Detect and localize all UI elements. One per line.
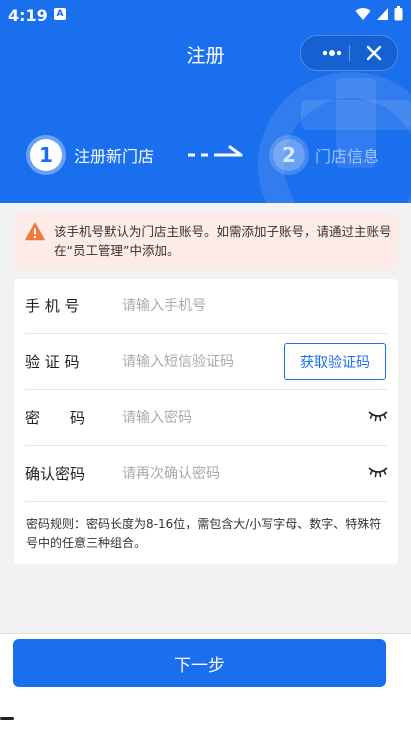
password-row: 密 码	[25, 391, 388, 446]
confirm-password-label: 确认密码	[25, 465, 86, 483]
password-rules-text: 密码规则：密码长度为8-16位，需包含大/小写字母、数字、特殊符号中的任意三种组…	[26, 517, 382, 550]
step-register-store: 1 注册新门店	[30, 137, 154, 173]
get-code-button[interactable]: 获取验证码	[284, 343, 386, 380]
eye-closed-icon[interactable]	[368, 409, 388, 423]
capsule-divider	[349, 45, 350, 61]
status-time: 4:19	[8, 6, 48, 25]
mini-program-capsule	[300, 35, 398, 71]
gesture-indicator-icon	[0, 717, 14, 720]
confirm-password-row: 确认密码	[25, 447, 388, 502]
phone-input[interactable]	[122, 289, 292, 323]
next-step-button[interactable]: 下一步	[13, 639, 386, 687]
code-row: 验 证 码 获取验证码	[25, 335, 387, 390]
eye-closed-icon[interactable]	[368, 465, 388, 479]
battery-icon	[394, 6, 403, 21]
close-icon[interactable]	[357, 36, 391, 70]
status-bar: 4:19 A	[0, 0, 411, 30]
notice-text: 该手机号默认为门店主账号。如需添加子账号，请通过主账号在“员工管理”中添加。	[54, 224, 392, 258]
header-banner: 4:19 A 注册 1 注册新门店 2 门店信息	[0, 0, 411, 203]
signal-icon	[377, 7, 388, 20]
step-2-label: 门店信息	[315, 147, 380, 166]
row-divider	[25, 501, 387, 502]
step-1-label: 注册新门店	[74, 147, 155, 166]
more-icon[interactable]	[315, 36, 349, 70]
row-divider	[25, 333, 387, 334]
confirm-password-input[interactable]	[122, 457, 292, 491]
step-store-info: 2 门店信息	[273, 137, 379, 173]
phone-label: 手 机 号	[25, 297, 80, 315]
row-divider	[25, 445, 387, 446]
password-label: 密 码	[25, 409, 86, 427]
app-notification-icon: A	[54, 8, 66, 20]
wifi-icon	[355, 7, 371, 20]
code-label: 验 证 码	[25, 353, 80, 371]
step-1-number: 1	[30, 139, 62, 171]
warning-icon	[25, 222, 45, 241]
phone-row: 手 机 号	[25, 279, 387, 334]
password-input[interactable]	[122, 401, 292, 435]
step-2-number: 2	[273, 139, 305, 171]
notice-banner: 该手机号默认为门店主账号。如需添加子账号，请通过主账号在“员工管理”中添加。	[14, 212, 398, 270]
register-form-card: 手 机 号 验 证 码 获取验证码 密 码 确认密码 密码规则：密码长度为8-1…	[14, 279, 398, 564]
sms-code-input[interactable]	[122, 345, 292, 379]
row-divider	[25, 389, 387, 390]
step-arrow-icon	[188, 145, 243, 157]
